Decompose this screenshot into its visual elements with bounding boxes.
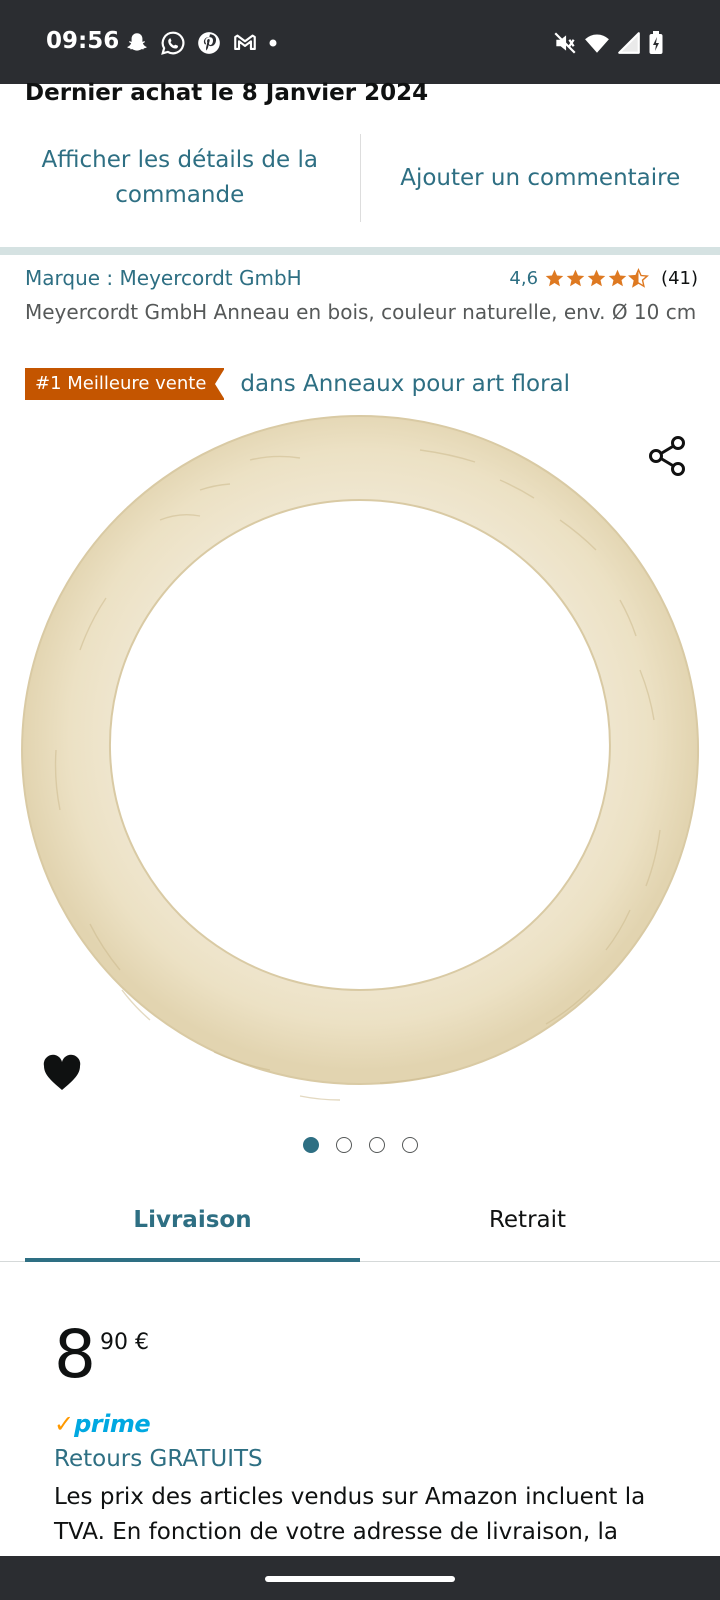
carousel-dot[interactable]	[302, 1137, 319, 1153]
product-image[interactable]	[0, 410, 720, 1110]
price-whole: 8	[54, 1316, 96, 1393]
status-time: 09:56	[46, 28, 120, 54]
rating-count: (41)	[661, 268, 698, 289]
wooden-ring-image	[21, 415, 700, 1101]
share-icon[interactable]	[646, 434, 690, 478]
pinterest-icon	[198, 32, 220, 54]
star-full-icon	[587, 269, 606, 287]
wifi-icon	[585, 34, 609, 53]
battery-icon	[649, 31, 663, 54]
rating-summary[interactable]: 4,6 (41)	[509, 268, 698, 289]
product-title: Meyercordt GmbH Anneau en bois, couleur …	[25, 300, 697, 324]
home-gesture-handle[interactable]	[265, 1576, 455, 1582]
heart-icon[interactable]	[42, 1054, 82, 1092]
vat-note: Les prix des articles vendus sur Amazon …	[54, 1484, 646, 1545]
star-full-icon	[566, 269, 585, 287]
snapchat-icon	[127, 33, 147, 51]
carousel-dot[interactable]	[401, 1137, 418, 1153]
last-purchase-date: Dernier achat le 8 Janvier 2024	[25, 80, 429, 106]
star-rating	[544, 268, 650, 289]
whatsapp-icon	[161, 31, 185, 55]
gmail-icon	[234, 34, 256, 51]
brand-link[interactable]: Marque : Meyercordt GmbH	[25, 266, 302, 290]
image-carousel-dots	[0, 1137, 720, 1153]
prime-logo: ✓ prime	[54, 1410, 151, 1438]
carousel-dot[interactable]	[368, 1137, 385, 1153]
status-bar: 09:56	[0, 0, 720, 84]
system-icons	[552, 30, 664, 56]
star-full-icon	[545, 269, 564, 287]
order-actions: Afficher les détails de la commande Ajou…	[0, 130, 720, 226]
dot-icon	[269, 39, 277, 47]
price-fraction: 90 €	[100, 1330, 149, 1355]
prime-wordmark: prime	[74, 1410, 151, 1438]
price: 8 90 €	[54, 1322, 149, 1388]
star-half-icon	[628, 268, 650, 288]
add-comment-link[interactable]: Ajouter un commentaire	[361, 130, 720, 226]
carousel-dot[interactable]	[335, 1137, 352, 1153]
prime-check-icon: ✓	[54, 1410, 75, 1438]
free-returns-link[interactable]: Retours GRATUITS	[54, 1446, 263, 1472]
bestseller-row[interactable]: #1 Meilleure vente dans Anneaux pour art…	[25, 368, 570, 400]
mute-icon	[554, 32, 576, 54]
bestseller-category-link[interactable]: dans Anneaux pour art floral	[240, 371, 570, 397]
star-full-icon	[608, 269, 627, 287]
rating-value: 4,6	[509, 268, 539, 289]
active-tab-indicator	[25, 1258, 360, 1262]
navigation-bar	[0, 1556, 720, 1600]
tab-delivery[interactable]: Livraison	[25, 1178, 360, 1262]
bestseller-badge: #1 Meilleure vente	[25, 368, 226, 400]
delivery-tabs: Livraison Retrait	[0, 1178, 720, 1262]
signal-icon	[618, 32, 640, 54]
order-details-link[interactable]: Afficher les détails de la commande	[0, 130, 360, 226]
notification-icons	[124, 30, 278, 56]
section-divider	[0, 247, 720, 255]
tab-pickup[interactable]: Retrait	[360, 1178, 695, 1262]
